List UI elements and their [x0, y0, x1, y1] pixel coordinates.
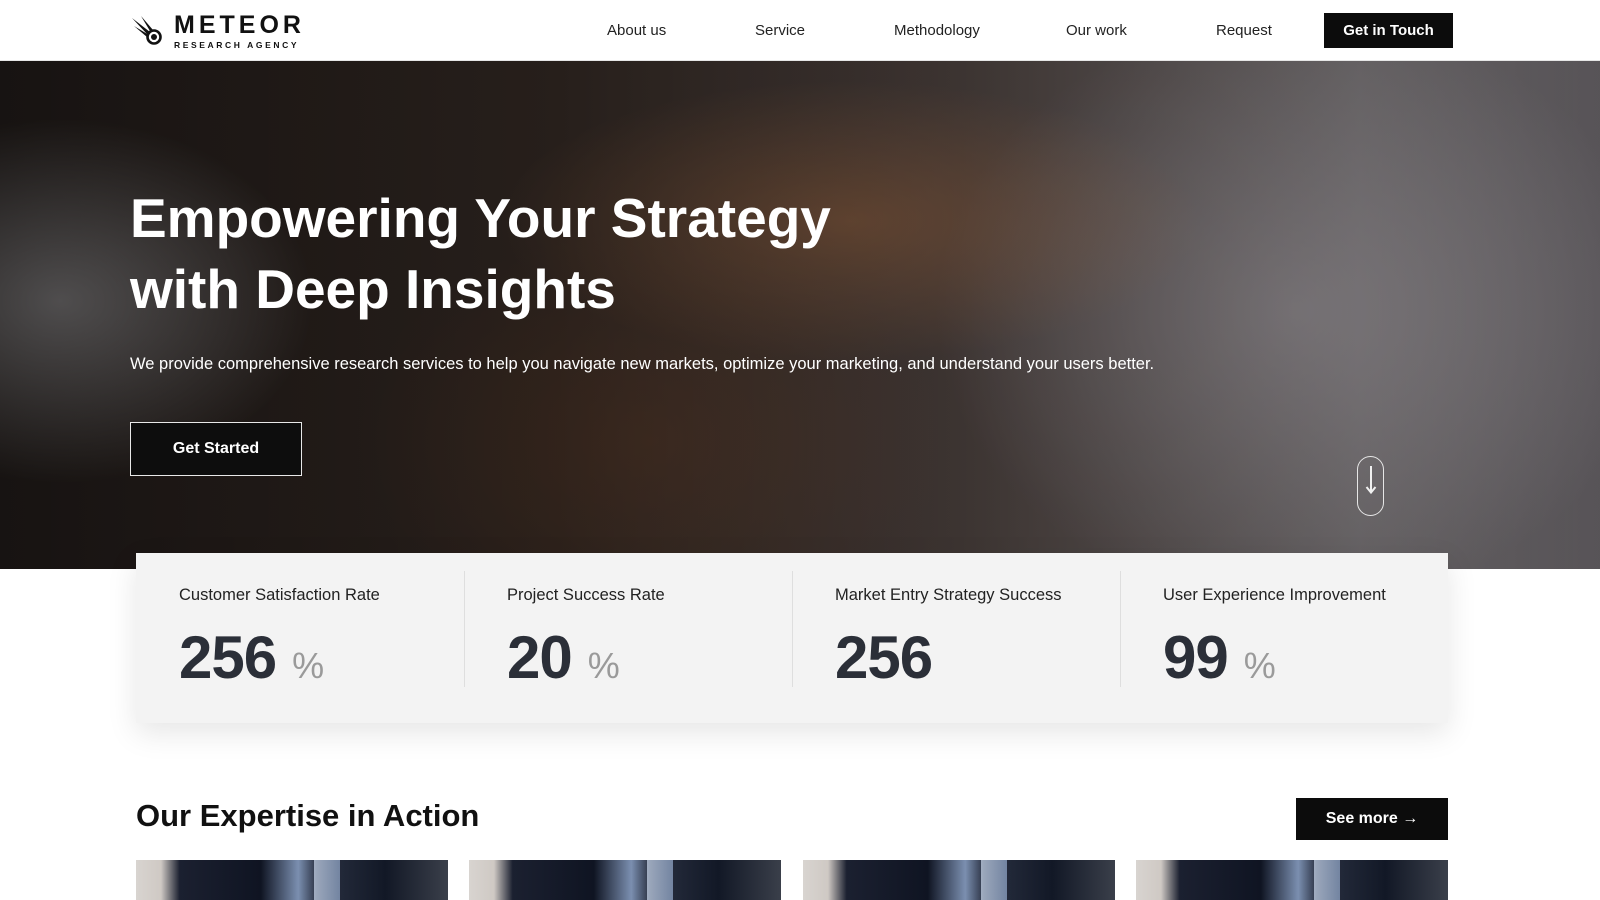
- expertise-card-image[interactable]: [1136, 860, 1448, 900]
- hero-title-line-2: with Deep Insights: [130, 258, 616, 320]
- expertise-card-image[interactable]: [803, 860, 1115, 900]
- see-more-button[interactable]: See more →: [1296, 798, 1448, 840]
- hero-subtitle: We provide comprehensive research servic…: [130, 355, 1155, 373]
- stat-unit: %: [292, 645, 325, 686]
- stat-label: Market Entry Strategy Success: [835, 586, 1062, 604]
- nav-methodology[interactable]: Methodology: [894, 22, 980, 39]
- stat-item: Project Success Rate 20 %: [464, 553, 792, 723]
- arrow-down-icon: [1365, 466, 1376, 495]
- stat-item: User Experience Improvement 99 %: [1120, 553, 1448, 723]
- get-in-touch-button[interactable]: Get in Touch: [1324, 13, 1453, 48]
- stat-unit: %: [587, 645, 620, 686]
- hero-section: Empowering Your Strategy with Deep Insig…: [0, 61, 1600, 569]
- stat-value: 256: [179, 624, 277, 691]
- expertise-card-image[interactable]: [469, 860, 781, 900]
- stat-value: 99: [1163, 624, 1229, 691]
- stat-label: Customer Satisfaction Rate: [179, 586, 380, 604]
- stats-panel: Customer Satisfaction Rate 256 % Project…: [136, 553, 1448, 723]
- expertise-title: Our Expertise in Action: [136, 798, 480, 833]
- scroll-down-indicator[interactable]: [1357, 456, 1384, 516]
- stat-value: 256: [835, 624, 933, 691]
- stat-item: Market Entry Strategy Success 256: [792, 553, 1120, 723]
- hero-title: Empowering Your Strategy with Deep Insig…: [130, 183, 990, 325]
- expertise-cards: [136, 860, 1448, 900]
- nav-service[interactable]: Service: [755, 22, 805, 39]
- nav-request[interactable]: Request: [1216, 22, 1272, 39]
- nav-our-work[interactable]: Our work: [1066, 22, 1127, 39]
- site-header: METEOR RESEARCH AGENCY About us Service …: [0, 0, 1600, 61]
- stat-item: Customer Satisfaction Rate 256 %: [136, 553, 464, 723]
- get-started-button[interactable]: Get Started: [130, 422, 302, 476]
- stat-label: Project Success Rate: [507, 586, 665, 604]
- stat-value: 20: [507, 624, 573, 691]
- hero-title-line-1: Empowering Your Strategy: [130, 187, 831, 249]
- expertise-card-image[interactable]: [136, 860, 448, 900]
- stat-label: User Experience Improvement: [1163, 586, 1386, 604]
- nav-about-us[interactable]: About us: [607, 22, 666, 39]
- stat-unit: %: [1243, 645, 1276, 686]
